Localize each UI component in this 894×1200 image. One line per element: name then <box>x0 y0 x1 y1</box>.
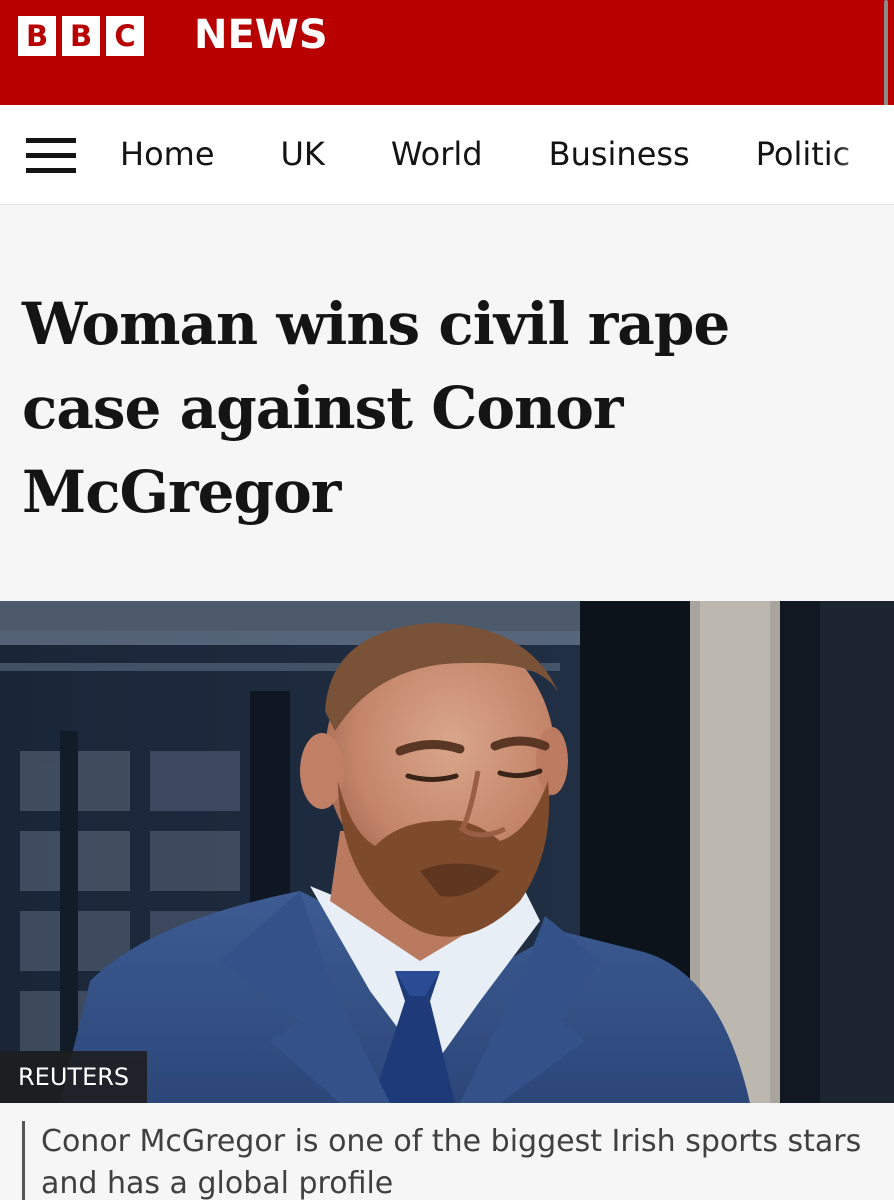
nav-item-uk[interactable]: UK <box>281 135 325 173</box>
primary-nav: Home UK World Business Politic <box>0 105 894 205</box>
scrollbar-thumb[interactable] <box>884 0 888 122</box>
bbc-logo-letter-b2: B <box>62 16 100 56</box>
masthead: B B C NEWS <box>0 0 894 105</box>
nav-items: Home UK World Business Politic <box>120 135 850 173</box>
news-wordmark[interactable]: NEWS <box>194 12 328 58</box>
image-caption: Conor McGregor is one of the biggest Iri… <box>22 1121 882 1200</box>
nav-item-business[interactable]: Business <box>549 135 690 173</box>
bbc-logo-letter-b1: B <box>18 16 56 56</box>
photo-illustration <box>0 601 894 1103</box>
hamburger-menu-icon[interactable] <box>26 138 76 174</box>
nav-overflow-fade <box>834 105 894 204</box>
nav-item-world[interactable]: World <box>391 135 483 173</box>
nav-item-home[interactable]: Home <box>120 135 215 173</box>
bbc-logo[interactable]: B B C <box>18 16 144 56</box>
article-headline: Woman wins civil rape case against Conor… <box>22 290 730 526</box>
image-credit: REUTERS <box>0 1051 148 1103</box>
article-photo: REUTERS <box>0 601 894 1103</box>
bbc-logo-letter-c: C <box>106 16 144 56</box>
